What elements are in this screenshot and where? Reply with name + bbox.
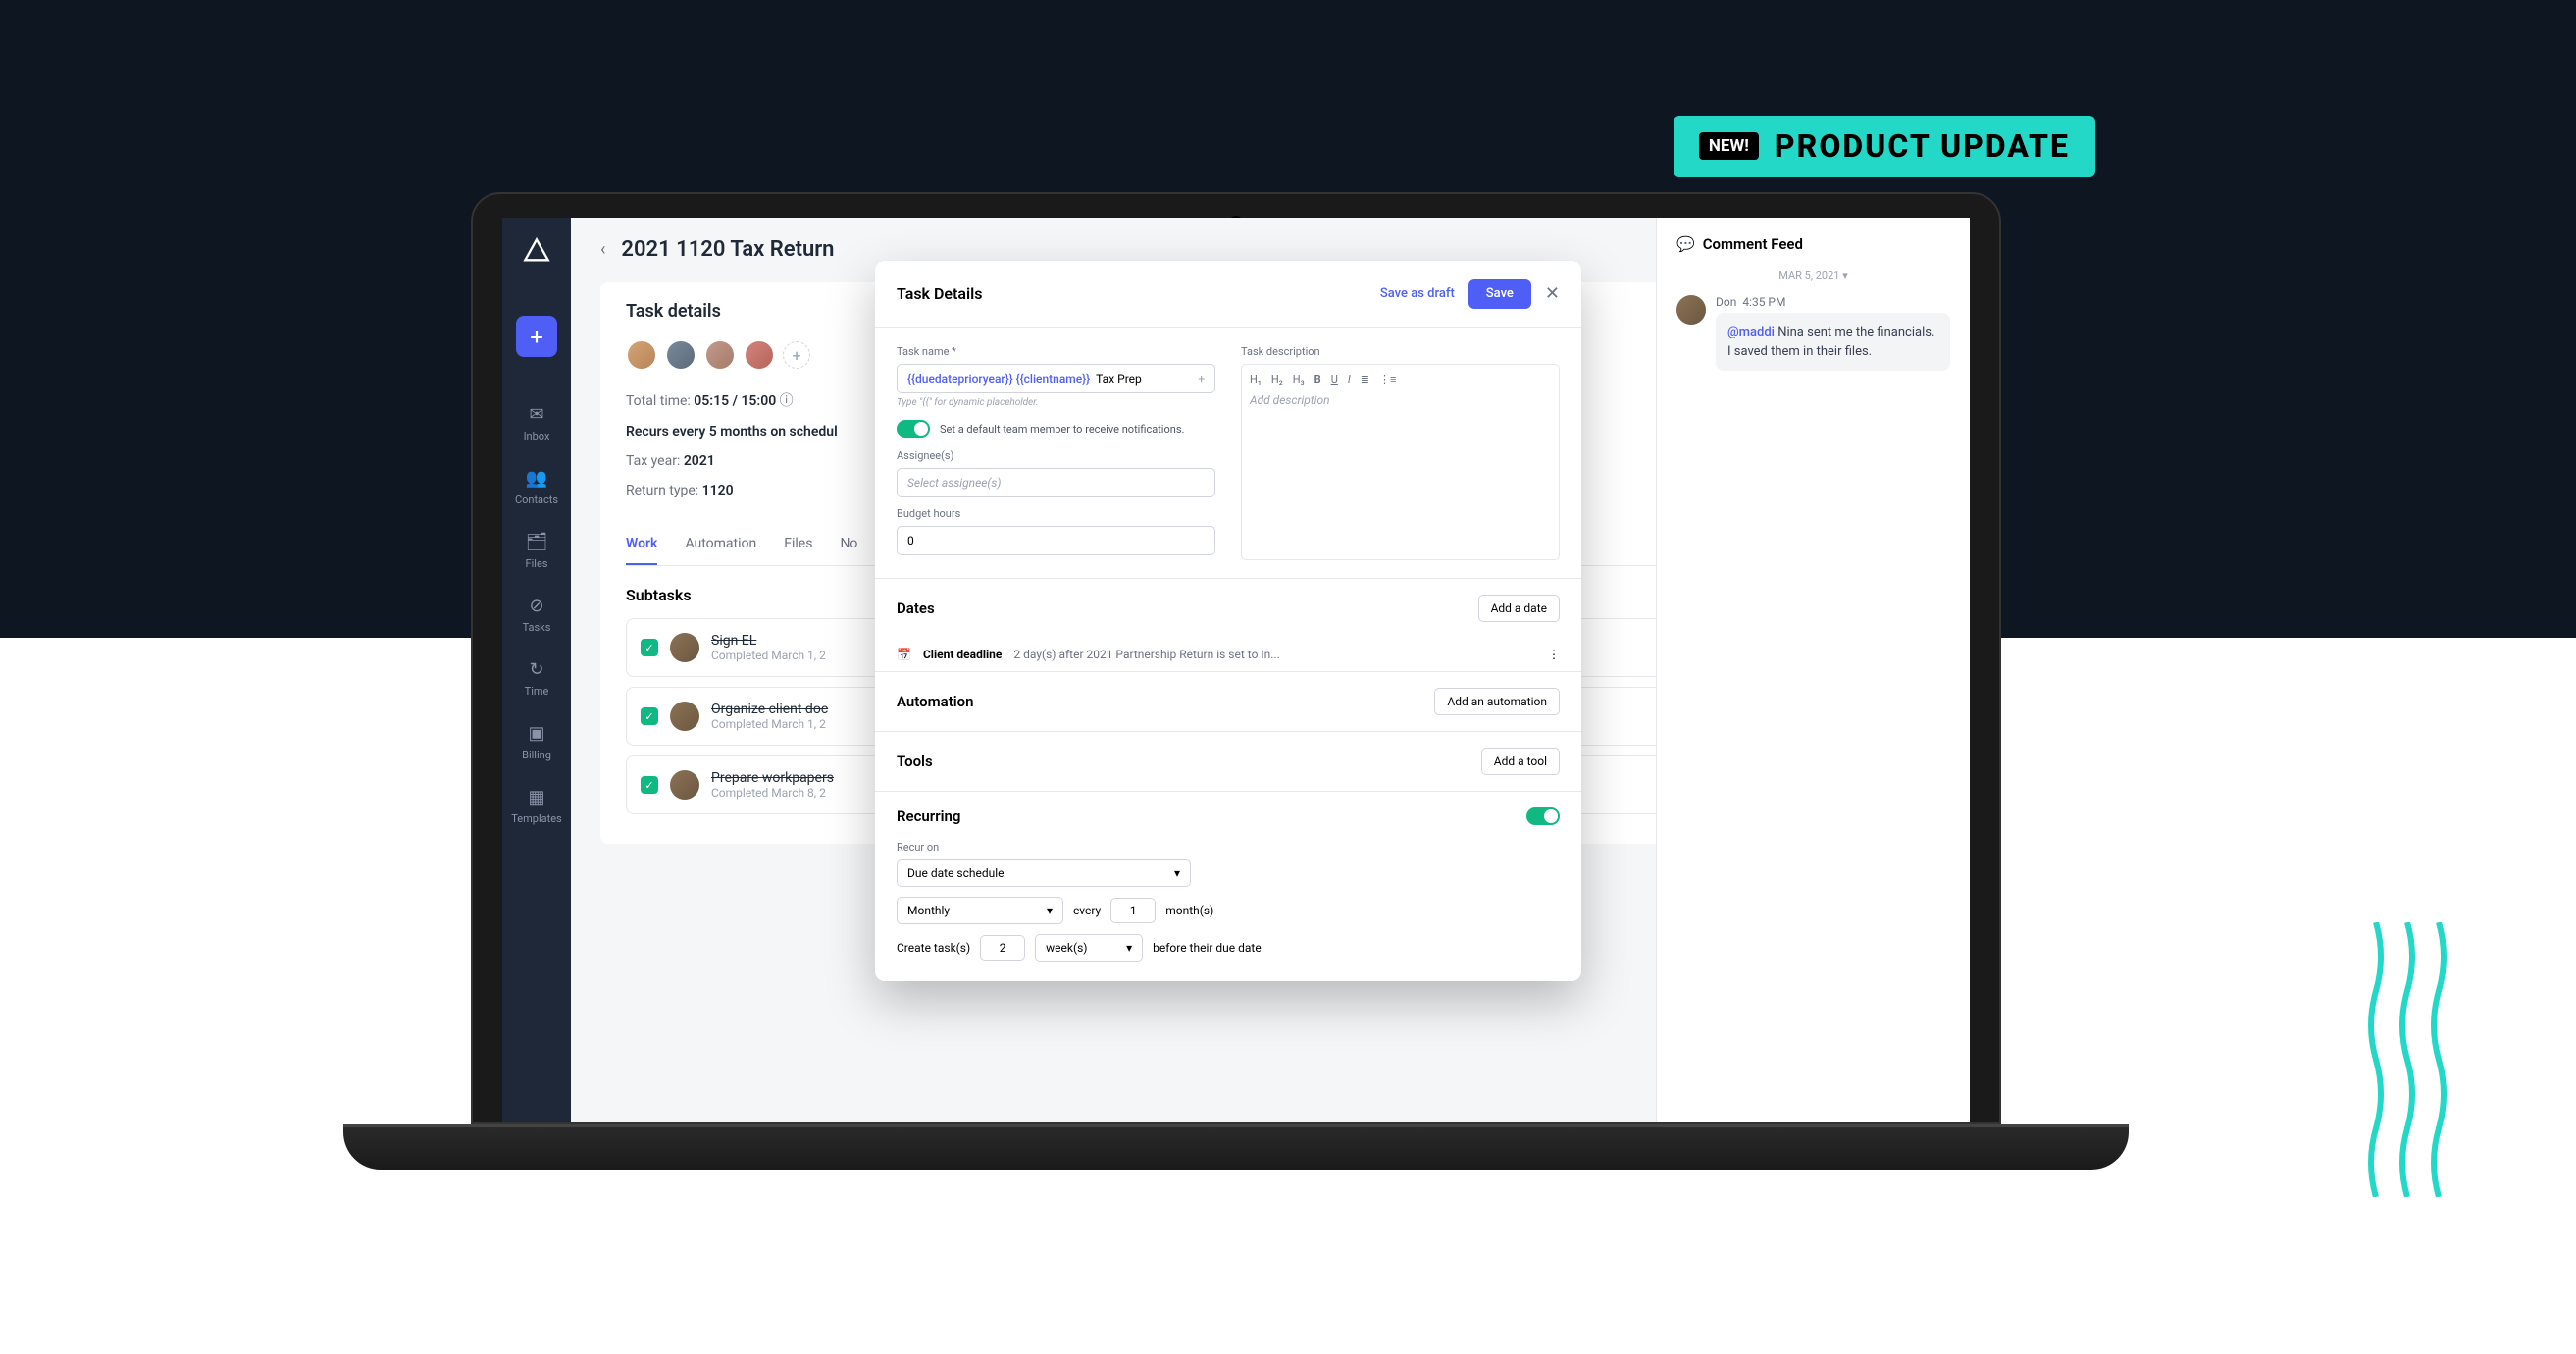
product-update-badge: NEW! PRODUCT UPDATE (1674, 116, 2095, 177)
nav-files[interactable]: 🗂Files (502, 522, 571, 578)
avatar[interactable] (665, 339, 696, 371)
budget-input[interactable]: 0 (897, 526, 1215, 555)
checkbox-icon[interactable]: ✓ (641, 707, 658, 725)
chevron-down-icon: ▾ (1126, 941, 1132, 955)
avatar[interactable] (626, 339, 657, 371)
frequency-select[interactable]: Monthly▾ (897, 897, 1063, 924)
create-n-input[interactable] (980, 935, 1025, 961)
nav-time[interactable]: ↻Time (502, 650, 571, 705)
nav-billing[interactable]: ▣Billing (502, 713, 571, 769)
sidebar: + ✉Inbox 👥Contacts 🗂Files ⊘Tasks ↻Time ▣… (502, 218, 571, 1122)
h3-icon[interactable]: H₃ (1293, 373, 1305, 386)
avatar (670, 702, 699, 731)
tab-automation[interactable]: Automation (685, 524, 756, 565)
add-automation-button[interactable]: Add an automation (1434, 688, 1560, 715)
underline-icon[interactable]: U (1331, 373, 1338, 386)
assignee-input[interactable]: Select assignee(s) (897, 468, 1215, 497)
avatar (1676, 295, 1706, 325)
decorative-waves (2366, 922, 2448, 1197)
every-n-input[interactable] (1110, 898, 1156, 923)
avatar (670, 770, 699, 800)
chevron-down-icon: ▾ (1047, 904, 1053, 917)
notification-toggle[interactable] (897, 420, 930, 438)
logo-icon (519, 234, 554, 269)
nav-contacts[interactable]: 👥Contacts (502, 458, 571, 514)
avatar[interactable] (704, 339, 736, 371)
laptop-frame: + ✉Inbox 👥Contacts 🗂Files ⊘Tasks ↻Time ▣… (471, 192, 2001, 1170)
modal-title: Task Details (897, 285, 983, 303)
date-row[interactable]: 📅 Client deadline 2 day(s) after 2021 Pa… (875, 638, 1581, 671)
tab-notes[interactable]: No (840, 524, 857, 565)
comment-body: @maddi Nina sent me the financials. I sa… (1716, 313, 1950, 371)
recurring-toggle[interactable] (1526, 807, 1560, 825)
save-draft-button[interactable]: Save as draft (1380, 286, 1455, 301)
more-icon[interactable]: ⋮ (1548, 648, 1560, 661)
avatar (670, 633, 699, 662)
h2-icon[interactable]: H₂ (1271, 373, 1283, 386)
calendar-icon: 📅 (897, 648, 911, 661)
comment-icon: 💬 (1676, 235, 1695, 253)
nav-tasks[interactable]: ⊘Tasks (502, 586, 571, 642)
close-icon[interactable]: ✕ (1545, 284, 1560, 304)
task-name-input[interactable]: {{duedateprioryear}} {{clientname}} Tax … (897, 364, 1215, 393)
create-unit-select[interactable]: week(s)▾ (1035, 934, 1143, 962)
back-button[interactable]: ‹ (600, 239, 605, 260)
bullet-list-icon[interactable]: ≣ (1361, 373, 1369, 386)
page-title: 2021 1120 Tax Return (621, 237, 834, 262)
number-list-icon[interactable]: ⋮≡ (1379, 373, 1396, 386)
h1-icon[interactable]: H₁ (1250, 373, 1262, 386)
italic-icon[interactable]: I (1348, 373, 1351, 386)
chevron-down-icon: ▾ (1174, 866, 1180, 880)
avatar[interactable] (744, 339, 775, 371)
bold-icon[interactable]: B (1314, 373, 1321, 386)
add-assignee-button[interactable]: + (783, 341, 810, 369)
nav-templates[interactable]: ▦Templates (502, 777, 571, 833)
description-editor[interactable]: H₁H₂H₃ BU I ≣⋮≡ Add description (1241, 364, 1560, 560)
tab-files[interactable]: Files (784, 524, 812, 565)
add-button[interactable]: + (516, 316, 557, 357)
checkbox-icon[interactable]: ✓ (641, 776, 658, 794)
checkbox-icon[interactable]: ✓ (641, 639, 658, 656)
save-button[interactable]: Save (1468, 279, 1531, 309)
tab-work[interactable]: Work (626, 524, 657, 565)
add-tool-button[interactable]: Add a tool (1481, 748, 1560, 775)
task-details-modal: Task Details Save as draft Save ✕ Task n… (875, 261, 1581, 981)
add-date-button[interactable]: Add a date (1478, 595, 1560, 622)
comment-feed: 💬Comment Feed MAR 5, 2021 ▾ Don 4:35 PM … (1656, 218, 1970, 1122)
nav-inbox[interactable]: ✉Inbox (502, 394, 571, 450)
schedule-select[interactable]: Due date schedule▾ (897, 859, 1191, 887)
